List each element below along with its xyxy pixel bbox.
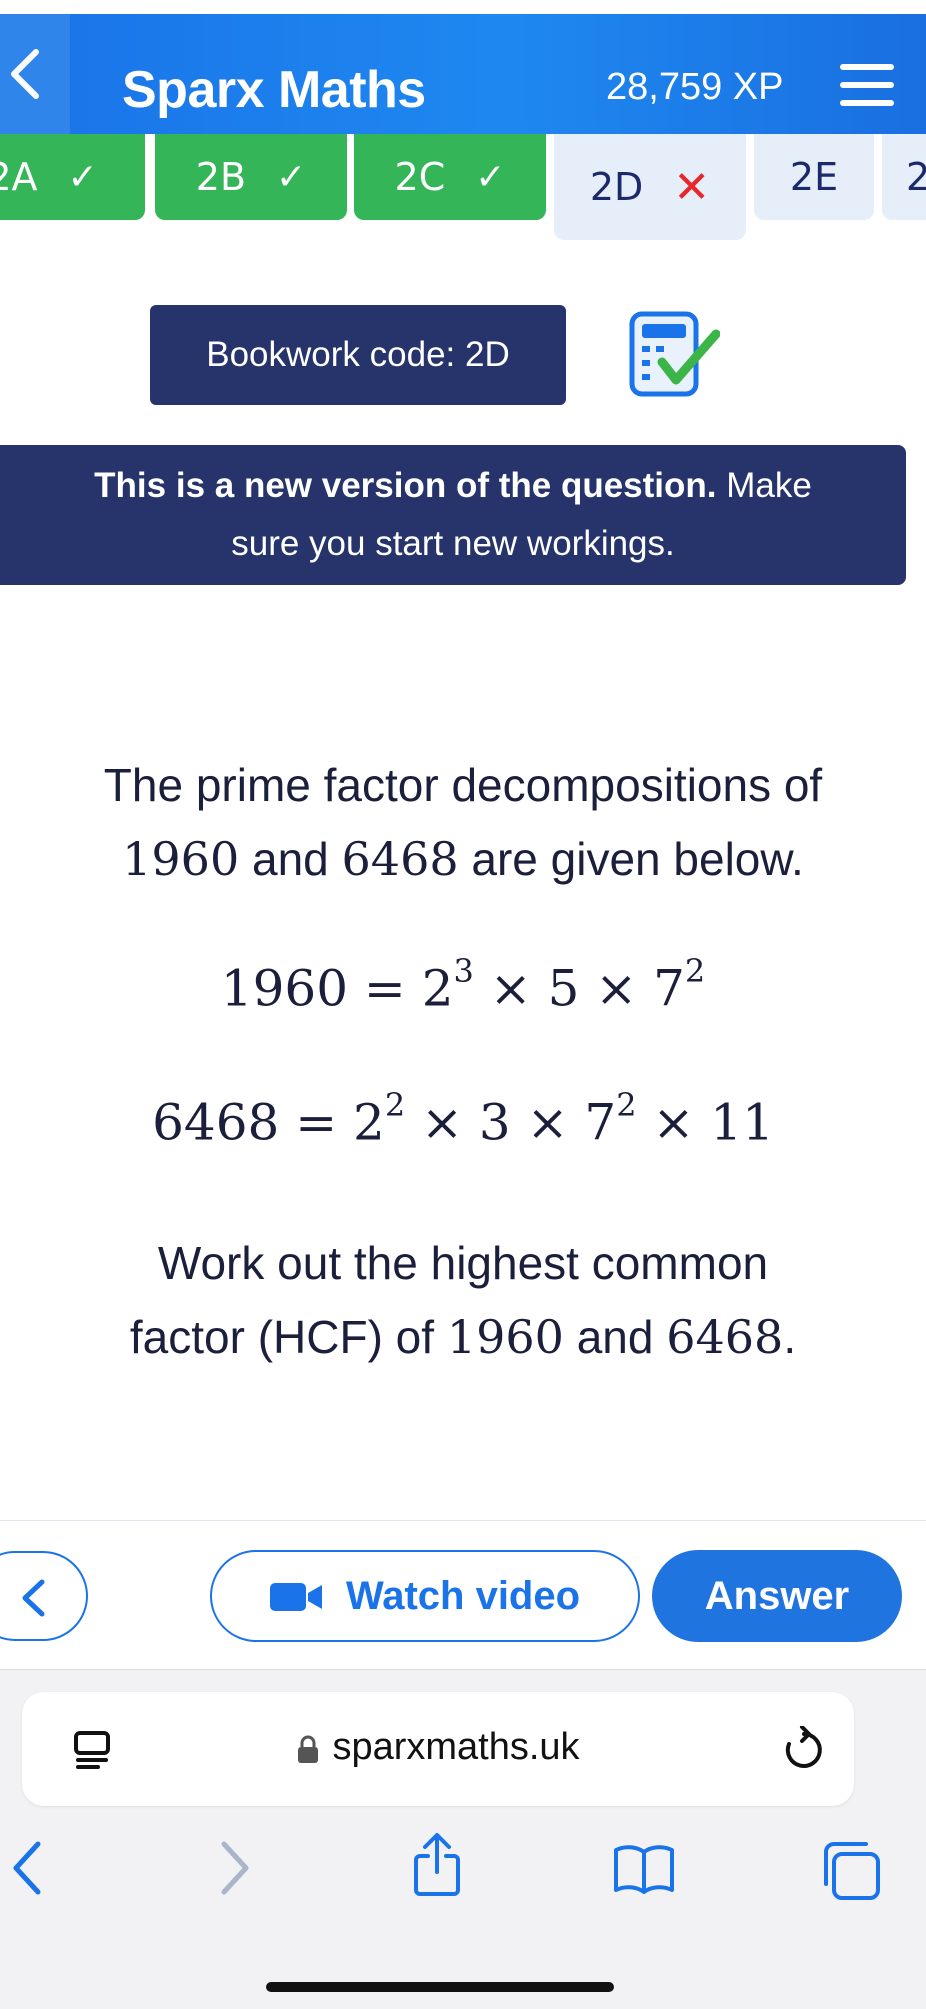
url-text: sparxmaths.uk	[332, 1726, 580, 1768]
share-icon[interactable]	[412, 1832, 462, 1898]
question-intro-tail: are given below.	[458, 833, 804, 885]
watch-video-button[interactable]: Watch video	[210, 1550, 640, 1642]
tab-label: 2C	[394, 155, 446, 199]
check-icon: ✓	[276, 156, 307, 198]
notice-line-1: This is a new version of the question. M…	[0, 457, 906, 515]
home-indicator	[266, 1982, 614, 1992]
task-end: .	[783, 1311, 797, 1363]
tab-label: 2A	[0, 155, 38, 199]
tab-label: 2B	[195, 155, 247, 199]
question-intro-line-2: 1960 and 6468 are given below.	[0, 832, 926, 886]
notice-text: Make	[716, 466, 812, 505]
browser-forward-icon[interactable]	[218, 1840, 252, 1896]
bookwork-code-text: Bookwork code: 2D	[206, 335, 510, 374]
eq-factor: 11	[710, 1093, 774, 1152]
number-6468: 6468	[341, 832, 459, 886]
new-version-notice: This is a new version of the question. M…	[0, 445, 906, 585]
address-bar[interactable]: sparxmaths.uk	[22, 1692, 854, 1806]
chevron-left-icon	[22, 1579, 45, 1617]
reload-icon[interactable]	[782, 1726, 826, 1772]
eq-factor: 3	[478, 1093, 511, 1152]
url-display: sparxmaths.uk	[22, 1726, 854, 1769]
check-icon: ✓	[67, 156, 98, 198]
notice-line-2: sure you start new workings.	[231, 524, 675, 563]
eq-lhs: 1960	[220, 959, 349, 1018]
eq-factor: 5	[547, 959, 580, 1018]
browser-toolbar: sparxmaths.uk	[0, 1669, 926, 2009]
tabs-overview-icon[interactable]	[820, 1840, 882, 1902]
previous-question-button[interactable]	[0, 1551, 88, 1641]
equation-6468: 6468 = 22 × 3 × 72 × 11	[152, 1086, 774, 1152]
equation-1960: 1960 = 23 × 5 × 72	[220, 952, 706, 1018]
number-1960: 1960	[122, 832, 240, 886]
browser-back-icon[interactable]	[10, 1840, 44, 1896]
eq-base: 2	[421, 959, 454, 1018]
tab-2b[interactable]: 2B ✓	[155, 134, 347, 220]
task-word-and: and	[563, 1311, 667, 1363]
calculator-allowed-icon	[629, 311, 720, 397]
bookwork-code-badge: Bookwork code: 2D	[150, 305, 566, 405]
notice-bold-text: This is a new version of the question.	[94, 466, 717, 505]
watch-video-label: Watch video	[345, 1573, 581, 1618]
tab-2c[interactable]: 2C ✓	[354, 134, 546, 220]
cross-icon: ✕	[673, 161, 711, 213]
tab-label: 2E	[789, 155, 839, 199]
eq-exponent: 2	[684, 952, 706, 990]
eq-base: 7	[584, 1093, 617, 1152]
tab-2d[interactable]: 2D ✕	[554, 134, 746, 240]
eq-exponent: 2	[616, 1086, 637, 1124]
eq-exponent: 2	[384, 1086, 406, 1124]
chevron-left-icon	[11, 49, 39, 99]
task-line-2: factor (HCF) of 1960 and 6468.	[0, 1310, 926, 1364]
app-header: Sparx Maths 28,759 XP	[0, 14, 926, 134]
eq-exponent: 3	[453, 952, 474, 990]
bookmarks-icon[interactable]	[612, 1844, 676, 1894]
video-camera-icon	[269, 1583, 322, 1611]
tab-2a[interactable]: 2A ✓	[0, 134, 145, 220]
divider	[0, 1520, 926, 1521]
lock-icon	[298, 1735, 319, 1763]
eq-base: 2	[353, 1093, 385, 1152]
tab-label: 2D	[589, 165, 644, 209]
eq-lhs: 6468	[152, 1093, 280, 1152]
tab-label: 2F	[906, 155, 926, 199]
app-title: Sparx Maths	[122, 61, 426, 119]
tab-2e[interactable]: 2E	[754, 134, 874, 220]
xp-counter: 28,759 XP	[606, 66, 784, 108]
number-6468: 6468	[666, 1310, 784, 1364]
back-button[interactable]	[0, 14, 70, 134]
number-1960: 1960	[446, 1310, 564, 1364]
tab-2f[interactable]: 2F	[882, 134, 926, 220]
check-icon: ✓	[475, 156, 506, 198]
question-intro-line-1: The prime factor decompositions of	[103, 759, 823, 811]
hamburger-menu-icon[interactable]	[838, 62, 896, 108]
task-pre: factor (HCF) of	[129, 1311, 447, 1363]
task-line-1: Work out the highest common	[157, 1237, 769, 1289]
eq-base: 7	[653, 959, 685, 1018]
question-word-and: and	[239, 833, 342, 885]
task-tab-strip: 2A ✓ 2B ✓ 2C ✓ 2D ✕ 2E 2F	[0, 134, 926, 246]
answer-label: Answer	[704, 1573, 850, 1618]
answer-button[interactable]: Answer	[652, 1550, 902, 1642]
